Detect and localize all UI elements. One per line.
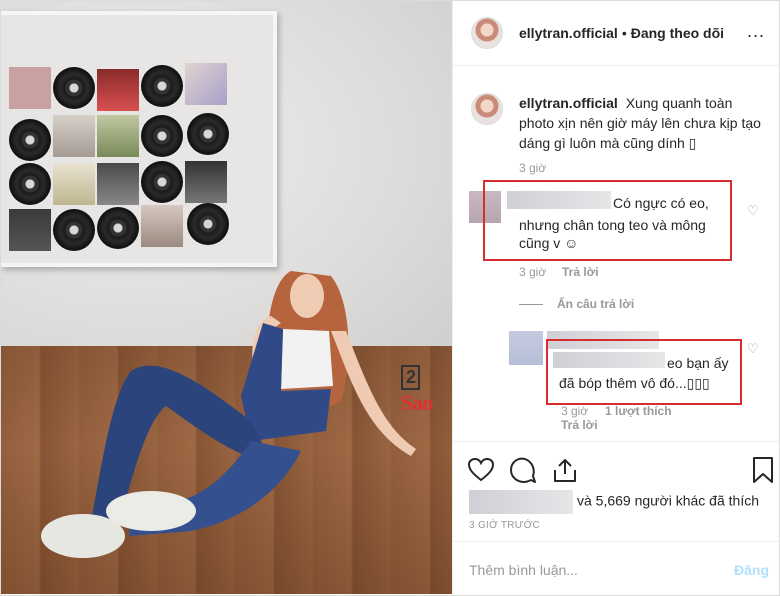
replier-avatar[interactable] (509, 331, 543, 365)
author-username[interactable]: ellytran.official (519, 25, 618, 41)
caption-username[interactable]: ellytran.official (519, 95, 618, 111)
likes-text: và 5,669 người khác đã thích (577, 492, 759, 509)
person-figure (41, 271, 416, 558)
like-reply-heart-icon[interactable]: ♡ (747, 341, 759, 357)
hide-replies-label: Ẩn câu trả lời (557, 297, 635, 311)
comment-text: Có ngực có eo, (613, 195, 709, 211)
share-icon[interactable] (551, 456, 579, 484)
watermark-text: Sao (401, 390, 433, 415)
watermark-logo: 2Sao (401, 363, 452, 416)
likes-summary[interactable]: và 5,669 người khác đã thích (469, 490, 759, 514)
comment-text: nhưng chân tong teo và mông (519, 217, 706, 233)
caption-time[interactable]: 3 giờ (519, 161, 546, 175)
like-comment-heart-icon[interactable]: ♡ (747, 203, 759, 219)
reply-button[interactable]: Trả lời (562, 265, 599, 279)
heart-icon[interactable] (467, 456, 495, 484)
watermark-box: 2 (401, 365, 421, 390)
reply-likes[interactable]: 1 lượt thích (605, 404, 672, 418)
header-text: ellytran.official • Đang theo dõi (519, 25, 724, 41)
comment-icon[interactable] (509, 456, 537, 484)
reply-button[interactable]: Trả lời (561, 418, 598, 432)
post-comment-button[interactable]: Đăng (734, 562, 769, 578)
caption-avatar[interactable] (471, 93, 503, 125)
separator: • (621, 25, 627, 41)
bookmark-icon[interactable] (749, 456, 777, 484)
post-sidebar: ellytran.official • Đang theo dõi ... elly… (452, 1, 779, 594)
reply-text: eo bạn ấy (667, 355, 729, 371)
comment-text: cũng v ☺ (519, 235, 579, 251)
comment-time[interactable]: 3 giờ (519, 265, 546, 279)
follow-status-button[interactable]: Đang theo dõi (631, 25, 724, 41)
caption: ellytran.official Xung quanh toàn photo … (519, 93, 769, 153)
author-avatar[interactable] (471, 17, 503, 49)
divider-line (519, 304, 543, 306)
post-photo[interactable]: 2Sao (1, 1, 452, 594)
comment-input[interactable]: Thêm bình luận... (469, 562, 578, 578)
post-header: ellytran.official • Đang theo dõi ... (453, 1, 779, 66)
reply-time[interactable]: 3 giờ (561, 404, 588, 418)
liker-username[interactable] (469, 490, 573, 514)
more-options-icon[interactable]: ... (747, 21, 765, 42)
hide-replies-button[interactable]: Ẩn câu trả lời (519, 297, 634, 311)
reply-text: đã bóp thêm vô đó...▯▯▯ (559, 375, 710, 391)
post-timestamp[interactable]: 3 GIỜ TRƯỚC (469, 520, 540, 531)
add-comment-bar: Thêm bình luận... Đăng (453, 541, 779, 596)
